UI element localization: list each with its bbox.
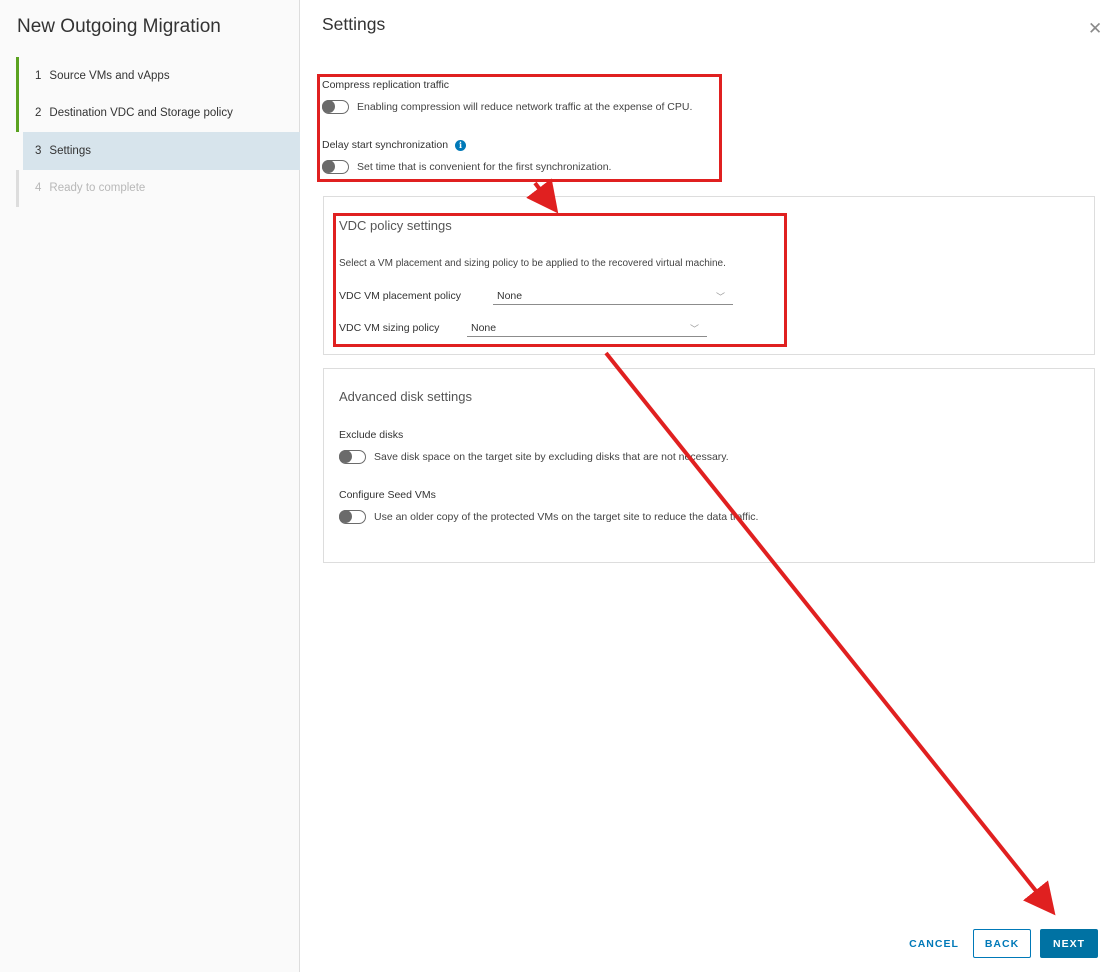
step-label: Ready to complete xyxy=(49,182,146,195)
advanced-disk-title: Advanced disk settings xyxy=(339,389,472,404)
compress-toggle[interactable] xyxy=(322,100,349,114)
sizing-policy-select[interactable]: None ﹀ xyxy=(467,321,707,337)
delay-sync-toggle[interactable] xyxy=(322,160,349,174)
seed-vms-toggle[interactable] xyxy=(339,510,366,524)
exclude-disks-toggle[interactable] xyxy=(339,450,366,464)
step-number: 2 xyxy=(35,107,42,120)
page-title: Settings xyxy=(322,14,386,34)
delay-sync-toggle-text: Set time that is convenient for the firs… xyxy=(357,161,612,173)
next-button[interactable]: NEXT xyxy=(1040,929,1098,958)
step-settings[interactable]: 3 Settings xyxy=(23,132,300,170)
exclude-disks-toggle-row: Save disk space on the target site by ex… xyxy=(339,450,729,464)
exclude-disks-text: Save disk space on the target site by ex… xyxy=(374,451,729,463)
wizard-steps: 1 Source VMs and vApps 2 Destination VDC… xyxy=(0,57,300,207)
close-icon[interactable]: ✕ xyxy=(1088,20,1102,37)
cancel-button[interactable]: CANCEL xyxy=(903,929,965,958)
placement-policy-label: VDC VM placement policy xyxy=(339,290,461,302)
step-source-vms[interactable]: 1 Source VMs and vApps xyxy=(16,57,300,95)
vdc-policy-description: Select a VM placement and sizing policy … xyxy=(339,258,726,269)
sizing-policy-label: VDC VM sizing policy xyxy=(339,322,440,334)
step-number: 3 xyxy=(35,144,42,157)
compress-toggle-text: Enabling compression will reduce network… xyxy=(357,101,693,113)
wizard-sidebar: New Outgoing Migration 1 Source VMs and … xyxy=(0,0,300,972)
step-label: Source VMs and vApps xyxy=(49,69,170,82)
seed-vms-text: Use an older copy of the protected VMs o… xyxy=(374,511,759,523)
step-status-bar xyxy=(16,94,19,132)
vdc-policy-title: VDC policy settings xyxy=(339,218,452,233)
compress-toggle-row: Enabling compression will reduce network… xyxy=(322,100,692,114)
wizard-title: New Outgoing Migration xyxy=(17,16,221,37)
step-status-bar xyxy=(16,57,19,95)
exclude-disks-label: Exclude disks xyxy=(339,429,404,441)
compress-label: Compress replication traffic xyxy=(322,79,450,91)
placement-policy-select[interactable]: None ﹀ xyxy=(493,289,733,305)
delay-sync-label-row: Delay start synchronization i xyxy=(322,139,467,151)
delay-sync-label: Delay start synchronization xyxy=(322,139,449,151)
step-status-bar xyxy=(16,169,19,207)
seed-vms-toggle-row: Use an older copy of the protected VMs o… xyxy=(339,510,758,524)
step-ready-to-complete: 4 Ready to complete xyxy=(16,169,300,207)
step-label: Settings xyxy=(49,144,91,157)
placement-policy-value: None xyxy=(497,290,523,302)
step-destination-vdc[interactable]: 2 Destination VDC and Storage policy xyxy=(16,94,300,132)
chevron-down-icon: ﹀ xyxy=(715,292,725,302)
delay-sync-toggle-row: Set time that is convenient for the firs… xyxy=(322,160,611,174)
back-button[interactable]: BACK xyxy=(973,929,1031,958)
sizing-policy-value: None xyxy=(471,322,497,334)
chevron-down-icon: ﹀ xyxy=(689,324,699,334)
seed-vms-label: Configure Seed VMs xyxy=(339,489,436,501)
step-number: 4 xyxy=(35,182,42,195)
step-number: 1 xyxy=(35,69,42,82)
info-icon[interactable]: i xyxy=(455,139,467,151)
step-label: Destination VDC and Storage policy xyxy=(49,107,233,120)
